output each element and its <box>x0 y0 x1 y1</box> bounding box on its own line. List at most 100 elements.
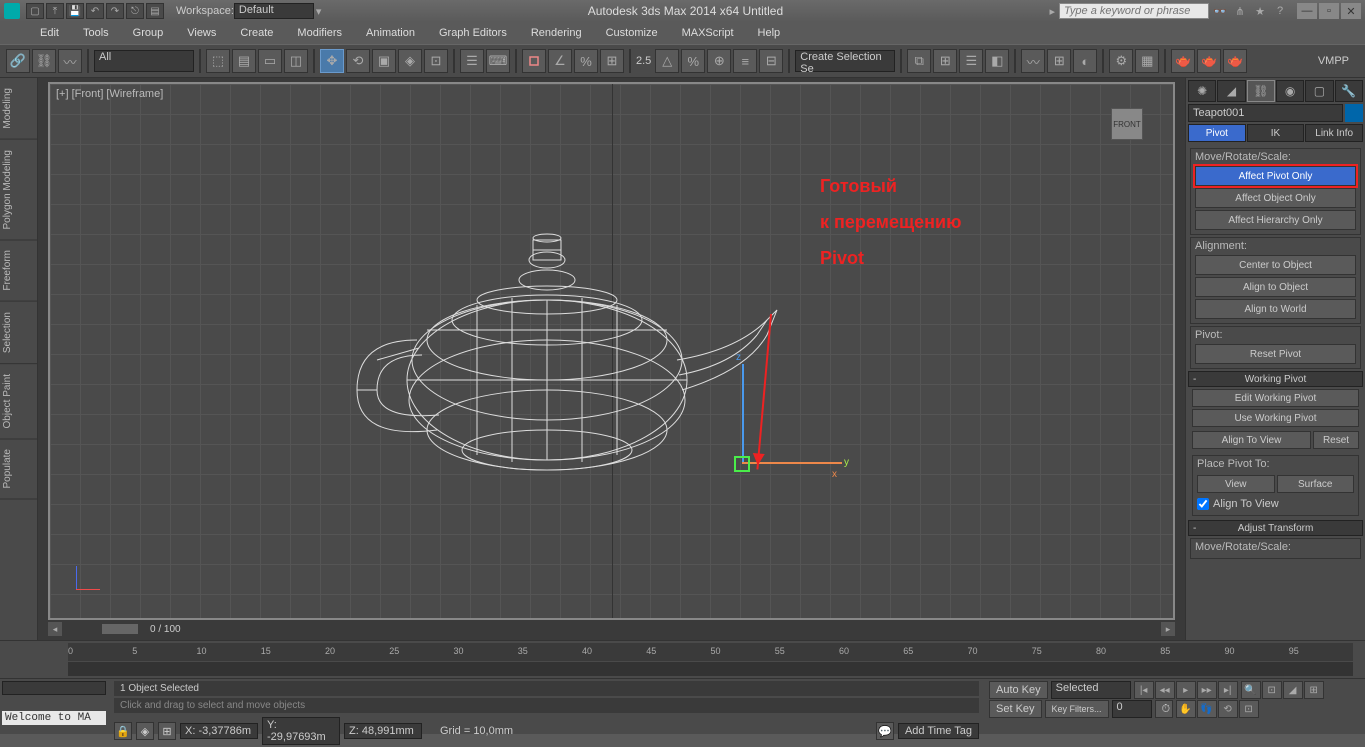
script-mini-listener[interactable] <box>2 681 106 695</box>
scroll-left-icon[interactable]: ◂ <box>48 622 62 636</box>
panel-tab-modify-icon[interactable]: ◢ <box>1217 80 1245 102</box>
angle-snap-icon[interactable]: ∠ <box>548 49 572 73</box>
prev-frame-icon[interactable]: ◂◂ <box>1155 681 1175 699</box>
align-to-view-button[interactable]: Align To View <box>1192 431 1311 449</box>
material-editor-icon[interactable]: ◐ <box>1073 49 1097 73</box>
coord-display-icon[interactable]: ⊞ <box>158 722 176 740</box>
layers-icon[interactable]: ☰ <box>959 49 983 73</box>
rotate-tool-icon[interactable]: ⟲ <box>346 49 370 73</box>
render-setup-icon[interactable]: ⚙ <box>1109 49 1133 73</box>
ribbon-tab-objectpaint[interactable]: Object Paint <box>0 364 37 439</box>
ribbon-tab-modeling[interactable]: Modeling <box>0 78 37 140</box>
panel-tab-create-icon[interactable]: ✺ <box>1188 80 1216 102</box>
spinner-snap-icon[interactable]: ⊞ <box>600 49 624 73</box>
panel-tab-utilities-icon[interactable]: 🔧 <box>1335 80 1363 102</box>
nav-fov-icon[interactable]: ◢ <box>1283 681 1303 699</box>
set-key-button[interactable]: Set Key <box>989 700 1042 718</box>
curve-editor-icon[interactable]: 〰 <box>1021 49 1045 73</box>
redo-icon[interactable]: ↷ <box>106 3 124 19</box>
scroll-right-icon[interactable]: ▸ <box>1161 622 1175 636</box>
subtab-pivot[interactable]: Pivot <box>1188 124 1246 142</box>
next-frame-icon[interactable]: ▸▸ <box>1197 681 1217 699</box>
maximize-button[interactable]: ▫ <box>1319 3 1339 19</box>
select-name-icon[interactable]: ▤ <box>232 49 256 73</box>
surface-button[interactable]: Surface <box>1277 475 1355 493</box>
open-icon[interactable]: ⤒ <box>46 3 64 19</box>
minimize-button[interactable]: — <box>1297 3 1317 19</box>
mirror-icon[interactable]: ⧉ <box>907 49 931 73</box>
normal-align-icon[interactable]: % <box>681 49 705 73</box>
goto-end-icon[interactable]: ▸| <box>1218 681 1238 699</box>
viewport-scrollbar[interactable]: ◂ 0 / 100 ▸ <box>48 622 1175 636</box>
nav-zoomall-icon[interactable]: ⊡ <box>1262 681 1282 699</box>
center-to-object-button[interactable]: Center to Object <box>1195 255 1356 275</box>
menu-tools[interactable]: Tools <box>71 25 121 41</box>
time-config-icon[interactable]: ⏱ <box>1155 700 1173 718</box>
comm-toggle-icon[interactable]: 💬 <box>876 722 894 740</box>
menu-animation[interactable]: Animation <box>354 25 427 41</box>
viewport[interactable]: [+] [Front] [Wireframe] <box>38 78 1185 640</box>
new-icon[interactable]: ▢ <box>26 3 44 19</box>
align-tool-icon[interactable]: ⊞ <box>933 49 957 73</box>
render-icon[interactable]: 🫖 <box>1223 49 1247 73</box>
ref-coord-icon[interactable]: ◈ <box>398 49 422 73</box>
panel-tab-motion-icon[interactable]: ◉ <box>1276 80 1304 102</box>
use-working-pivot-button[interactable]: Use Working Pivot <box>1192 409 1359 427</box>
menu-help[interactable]: Help <box>746 25 793 41</box>
pivot-center-icon[interactable]: ⊡ <box>424 49 448 73</box>
axis-constraint-icon[interactable]: ⊕ <box>707 49 731 73</box>
lock-selection-icon[interactable]: 🔒 <box>114 722 132 740</box>
search-input[interactable] <box>1059 3 1209 19</box>
nav-zoom-icon[interactable]: 🔍 <box>1241 681 1261 699</box>
coord-z[interactable]: Z: 48,991mm <box>344 723 422 739</box>
menu-edit[interactable]: Edit <box>28 25 71 41</box>
subtab-linkinfo[interactable]: Link Info <box>1305 124 1363 142</box>
favorites-icon[interactable]: ★ <box>1251 3 1269 19</box>
schematic-icon[interactable]: ⊞ <box>1047 49 1071 73</box>
search-arrow-icon[interactable]: ▸ <box>1049 5 1055 18</box>
reset-pivot-button[interactable]: Reset Pivot <box>1195 344 1356 364</box>
working-pivot-header[interactable]: Working Pivot <box>1188 371 1363 387</box>
menu-views[interactable]: Views <box>175 25 228 41</box>
goto-start-icon[interactable]: |◂ <box>1134 681 1154 699</box>
align-to-view-checkbox[interactable]: Align To View <box>1197 498 1354 510</box>
reset-button[interactable]: Reset <box>1313 431 1359 449</box>
align-to-object-button[interactable]: Align to Object <box>1195 277 1356 297</box>
menu-maxscript[interactable]: MAXScript <box>670 25 746 41</box>
keyboard-icon[interactable]: ⌨ <box>486 49 510 73</box>
menu-modifiers[interactable]: Modifiers <box>285 25 354 41</box>
app-logo-icon[interactable] <box>4 3 20 19</box>
viewport-label[interactable]: [+] [Front] [Wireframe] <box>56 88 163 100</box>
ribbon-tab-populate[interactable]: Populate <box>0 439 37 499</box>
render-production-icon[interactable]: 🫖 <box>1171 49 1195 73</box>
timeline-track[interactable] <box>68 662 1353 676</box>
percent-snap-icon[interactable]: % <box>574 49 598 73</box>
link-tool-icon[interactable]: 🔗 <box>6 49 30 73</box>
nav-orbit-icon[interactable]: ⟲ <box>1218 700 1238 718</box>
scale-tool-icon[interactable]: ▣ <box>372 49 396 73</box>
time-slider[interactable]: 0510152025303540455055606570758085909510… <box>0 640 1365 678</box>
object-name-input[interactable] <box>1188 104 1343 122</box>
object-color-swatch[interactable] <box>1345 104 1363 122</box>
comm-center-icon[interactable]: ⋔ <box>1231 3 1249 19</box>
close-button[interactable]: ✕ <box>1341 3 1361 19</box>
view-button[interactable]: View <box>1197 475 1275 493</box>
workspace-select[interactable]: Default <box>234 3 314 19</box>
ribbon-tab-freeform[interactable]: Freeform <box>0 240 37 302</box>
affect-object-only-button[interactable]: Affect Object Only <box>1195 188 1356 208</box>
scroll-thumb[interactable] <box>102 624 138 634</box>
align-to-world-button[interactable]: Align to World <box>1195 299 1356 319</box>
render-frame-icon[interactable]: ▦ <box>1135 49 1159 73</box>
coord-x[interactable]: X: -3,37786m <box>180 723 258 739</box>
move-tool-icon[interactable]: ✥ <box>320 49 344 73</box>
nav-walk-icon[interactable]: 👣 <box>1197 700 1217 718</box>
auto-key-button[interactable]: Auto Key <box>989 681 1048 699</box>
named-selection-select[interactable]: Create Selection Se <box>795 50 895 72</box>
isolate-icon[interactable]: ◈ <box>136 722 154 740</box>
link-icon[interactable]: ⎋ <box>126 3 144 19</box>
bind-icon[interactable]: 〰 <box>58 49 82 73</box>
save-icon[interactable]: 💾 <box>66 3 84 19</box>
project-icon[interactable]: ▤ <box>146 3 164 19</box>
viewcube[interactable]: FRONT <box>1097 94 1157 154</box>
render-iterative-icon[interactable]: 🫖 <box>1197 49 1221 73</box>
